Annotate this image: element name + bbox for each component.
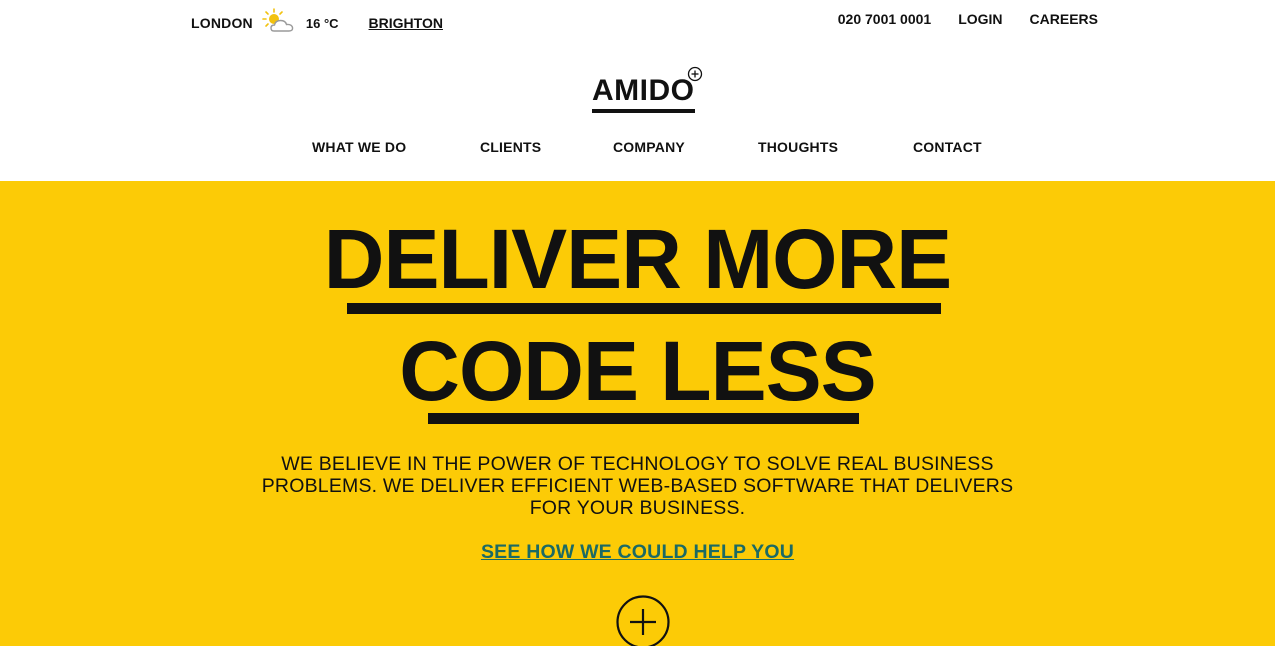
partly-cloudy-icon xyxy=(262,8,294,32)
brighton-link[interactable]: BRIGHTON xyxy=(369,15,443,31)
utility-links: 020 7001 0001 LOGIN CAREERS xyxy=(838,11,1098,27)
headline-line-2: CODE LESS xyxy=(399,324,876,418)
location-weather: LONDON 16 °C BRIGHTON xyxy=(191,8,443,36)
logo-text: AMIDO xyxy=(592,74,695,107)
headline-underline-1 xyxy=(347,303,941,314)
careers-link[interactable]: CAREERS xyxy=(1030,11,1098,27)
intro-line: WE BELIEVE IN THE POWER OF TECHNOLOGY TO… xyxy=(281,453,994,475)
headline-underline-2 xyxy=(428,413,859,424)
top-utility-bar: LONDON 16 °C BRIGHTON 020 7001 0001 LOGI… xyxy=(0,0,1275,40)
nav-item-what-we-do[interactable]: WHAT WE DO xyxy=(312,139,406,155)
current-city: LONDON xyxy=(191,15,253,31)
logo-underline xyxy=(592,109,695,113)
headline-line-1: DELIVER MORE xyxy=(323,212,952,306)
nav-item-clients[interactable]: CLIENTS xyxy=(480,139,541,155)
intro-line: FOR YOUR BUSINESS. xyxy=(529,497,746,519)
main-navigation: WHAT WE DO CLIENTS COMPANY THOUGHTS CONT… xyxy=(0,139,1275,159)
see-how-we-help-link[interactable]: SEE HOW WE COULD HELP YOU xyxy=(481,541,794,563)
nav-item-contact[interactable]: CONTACT xyxy=(913,139,982,155)
phone-number[interactable]: 020 7001 0001 xyxy=(838,11,931,27)
login-link[interactable]: LOGIN xyxy=(958,11,1002,27)
cta-wrapper: SEE HOW WE COULD HELP YOU xyxy=(0,541,1275,564)
expand-plus-icon[interactable] xyxy=(616,595,670,646)
intro-line: PROBLEMS. WE DELIVER EFFICIENT WEB-BASED… xyxy=(261,475,1014,497)
nav-item-thoughts[interactable]: THOUGHTS xyxy=(758,139,838,155)
temperature: 16 °C xyxy=(305,15,339,31)
nav-item-company[interactable]: COMPANY xyxy=(613,139,685,155)
plus-circle-icon xyxy=(687,66,703,82)
amido-logo[interactable]: AMIDO xyxy=(590,66,705,116)
intro-paragraph: WE BELIEVE IN THE POWER OF TECHNOLOGY TO… xyxy=(250,453,1025,519)
hero-section: DELIVER MORE CODE LESS WE BELIEVE IN THE… xyxy=(0,181,1275,646)
